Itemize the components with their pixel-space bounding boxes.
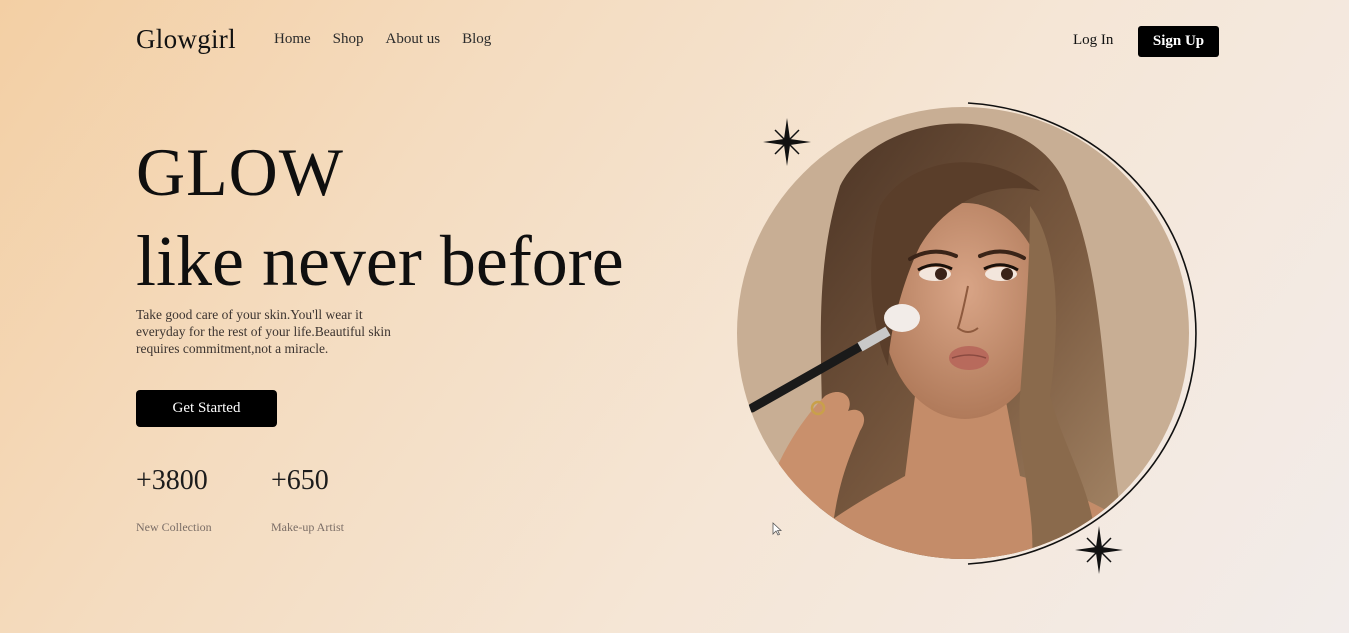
stat-value: +650 (271, 465, 329, 496)
nav-link-blog[interactable]: Blog (462, 31, 491, 48)
sparkle-icon (763, 118, 811, 166)
hero-title-subtitle: like never before (136, 221, 624, 301)
brand-logo[interactable]: Glowgirl (136, 24, 236, 55)
nav-links: Home Shop About us Blog (274, 31, 491, 48)
nav-link-about-us[interactable]: About us (386, 31, 441, 48)
stat-value: +3800 (136, 465, 208, 496)
portrait-illustration (737, 102, 1197, 574)
nav-link-shop[interactable]: Shop (333, 31, 364, 48)
mouse-cursor-icon (772, 522, 782, 536)
hero-portrait (730, 96, 1230, 576)
hero-title-glow: GLOW (136, 134, 344, 210)
stat-makeup-artist: +650 Make-up Artist (271, 464, 344, 535)
get-started-button[interactable]: Get Started (136, 390, 277, 427)
stat-new-collection: +3800 New Collection (136, 464, 212, 535)
hero-description: Take good care of your skin.You'll wear … (136, 307, 391, 356)
stat-label: New Collection (136, 520, 212, 534)
stat-label: Make-up Artist (271, 520, 344, 534)
signup-button[interactable]: Sign Up (1138, 26, 1219, 57)
sparkle-icon (1075, 526, 1123, 574)
top-navigation: Glowgirl Home Shop About us Blog Log In … (0, 0, 1349, 84)
login-link[interactable]: Log In (1073, 32, 1113, 49)
nav-link-home[interactable]: Home (274, 31, 311, 48)
